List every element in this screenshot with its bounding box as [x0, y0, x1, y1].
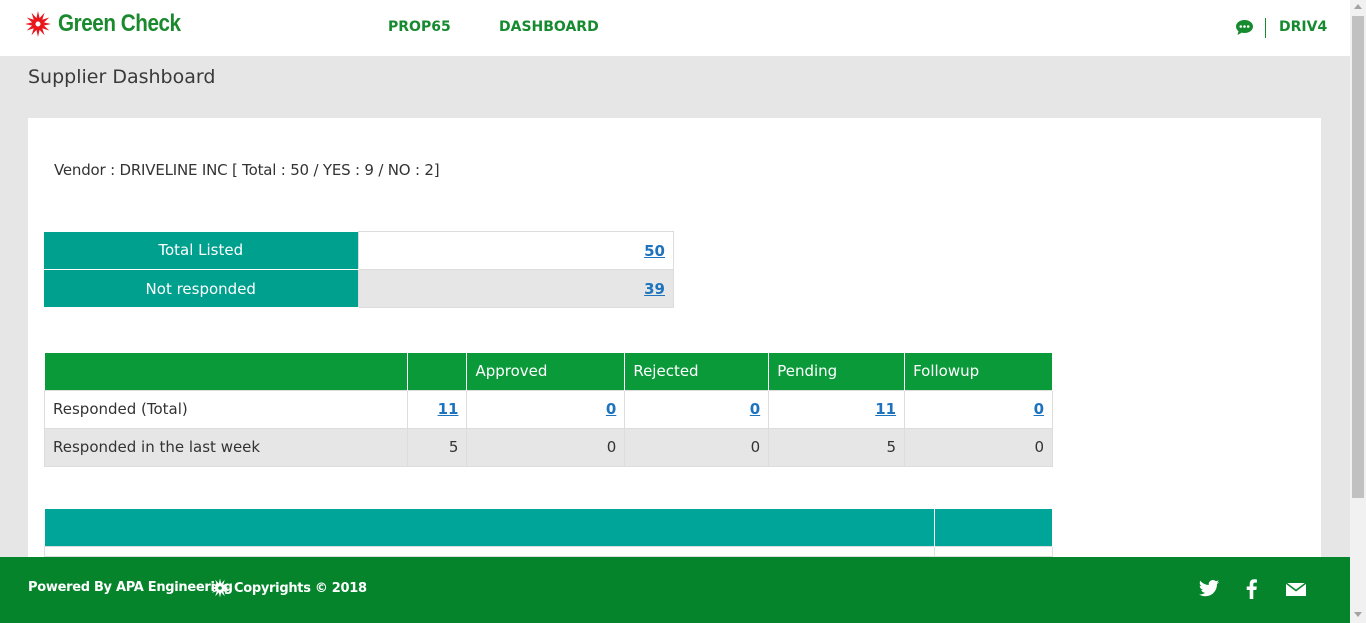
column-header-rejected: Rejected: [624, 353, 770, 390]
summary-label: Total Listed: [44, 231, 358, 270]
responded-total-link[interactable]: 11: [438, 400, 459, 418]
table-cell: 0: [624, 427, 770, 467]
table-cell: 11: [768, 389, 906, 429]
not-responded-link[interactable]: 39: [644, 280, 665, 298]
column-header: [934, 509, 1053, 546]
table-cell: [934, 545, 1053, 557]
column-header-pending: Pending: [768, 353, 906, 390]
column-header: [407, 353, 468, 390]
column-header: [44, 509, 936, 546]
table-header-row: Approved Rejected Pending Followup: [44, 353, 1053, 390]
summary-value-cell: 50: [357, 231, 674, 270]
summary-label: Not responded: [44, 269, 358, 308]
table-row: Total Listed 50: [44, 231, 674, 270]
table-cell: 5: [406, 427, 468, 467]
footer: Powered By APA Engineering Copyrights © …: [0, 557, 1350, 623]
column-header-approved: Approved: [466, 353, 626, 390]
table-cell: 0: [466, 427, 626, 467]
rejected-link[interactable]: 0: [750, 400, 760, 418]
table-row: Not responded 39: [44, 269, 674, 308]
scroll-down-arrow-icon[interactable]: [1354, 612, 1362, 617]
twitter-icon[interactable]: [1198, 579, 1220, 599]
total-listed-link[interactable]: 50: [644, 242, 665, 260]
table-cell: 0: [466, 389, 626, 429]
summary-value-cell: 39: [357, 269, 674, 308]
user-menu[interactable]: DRIV4: [1279, 19, 1327, 35]
facebook-icon[interactable]: [1241, 579, 1263, 599]
vendor-summary: Vendor : DRIVELINE INC [ Total : 50 / YE…: [54, 161, 440, 179]
mail-icon[interactable]: [1285, 579, 1307, 599]
top-header: Green Check PROP65 DASHBOARD DRIV4: [0, 0, 1350, 56]
logo-text: Green Check: [58, 10, 181, 37]
nav-prop65[interactable]: PROP65: [388, 19, 451, 35]
scroll-up-arrow-icon[interactable]: [1354, 4, 1362, 9]
approved-link[interactable]: 0: [606, 400, 616, 418]
table-cell: 0: [624, 389, 770, 429]
table-cell: 5: [768, 427, 906, 467]
logo-burst-icon: [210, 578, 230, 598]
table-row: Responded in the last week 5 0 0 5 0: [44, 427, 1053, 467]
table-row: Responded (Total) 11 0 0 11 0: [44, 389, 1053, 429]
row-label: Responded in the last week: [44, 427, 408, 467]
copyright-text: Copyrights © 2018: [234, 580, 367, 596]
followup-link[interactable]: 0: [1034, 400, 1044, 418]
summary-table: Total Listed 50 Not responded 39: [44, 231, 674, 308]
pending-link[interactable]: 11: [875, 400, 896, 418]
nav-dashboard[interactable]: DASHBOARD: [499, 19, 599, 35]
powered-by-text: Powered By APA Engineering: [28, 580, 233, 595]
logo-burst-icon: [25, 11, 51, 37]
column-header-followup: Followup: [904, 353, 1053, 390]
table-header-row: [44, 509, 1053, 546]
copyright-block: Copyrights © 2018: [210, 578, 367, 598]
column-header: [44, 353, 408, 390]
page-title: Supplier Dashboard: [28, 66, 216, 88]
row-label: Responded (Total): [44, 389, 408, 429]
dashboard-card: Vendor : DRIVELINE INC [ Total : 50 / YE…: [28, 118, 1321, 623]
scroll-thumb[interactable]: [1352, 16, 1364, 498]
table-cell: 0: [904, 389, 1053, 429]
logo[interactable]: Green Check: [24, 10, 201, 38]
table-row: [43, 545, 1053, 557]
responses-table: Approved Rejected Pending Followup Respo…: [44, 353, 1053, 467]
header-divider: [1265, 18, 1266, 38]
table-cell: [43, 545, 936, 557]
chat-icon[interactable]: [1235, 19, 1254, 36]
table-cell: 0: [904, 427, 1053, 467]
table-cell: 11: [406, 389, 468, 429]
scrollbar[interactable]: [1350, 0, 1366, 623]
details-table: [43, 509, 1053, 557]
